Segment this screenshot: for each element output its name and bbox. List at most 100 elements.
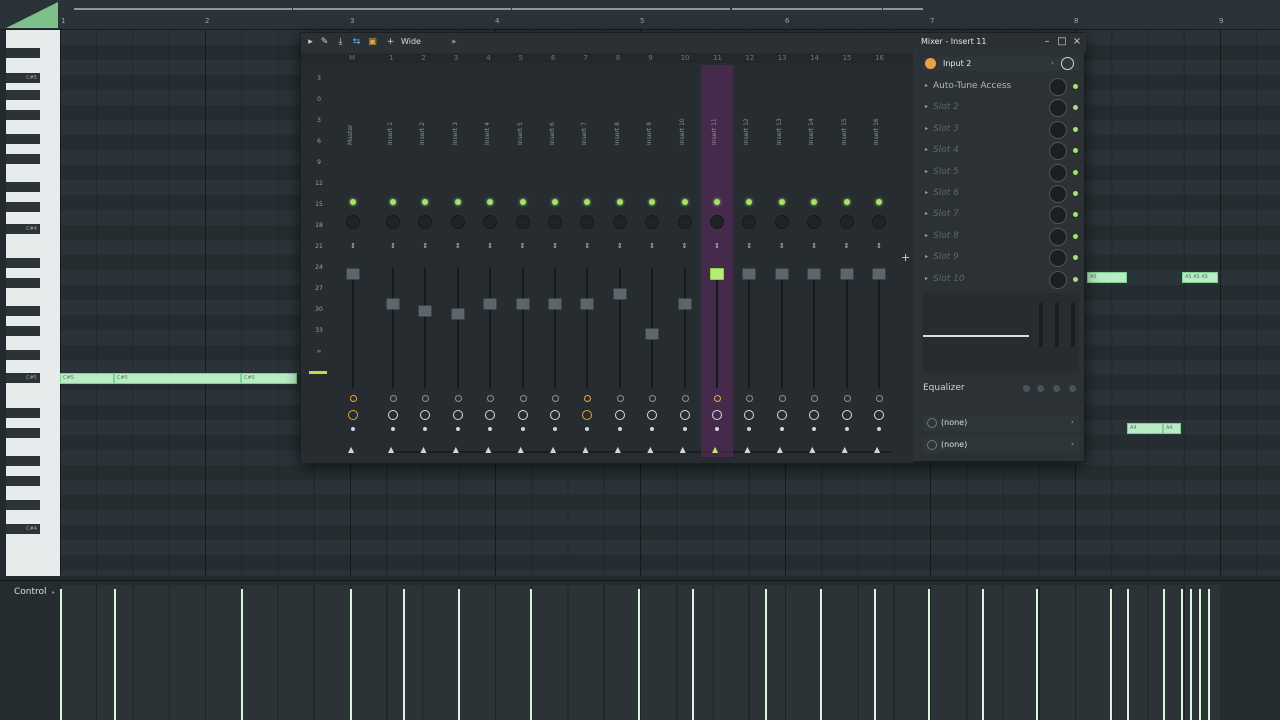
- stereo-separation-icon[interactable]: ⇕: [549, 242, 561, 258]
- velocity-bar[interactable]: [60, 589, 62, 720]
- strip-enable-led[interactable]: [843, 199, 850, 205]
- slot-name[interactable]: Slot 4: [933, 145, 959, 155]
- strip-name[interactable]: Insert 16: [873, 95, 880, 145]
- strip-name[interactable]: Insert 6: [549, 95, 556, 145]
- strip-name[interactable]: Insert 4: [484, 95, 491, 145]
- send-arrow-icon[interactable]: ▲: [744, 445, 750, 454]
- route-icon[interactable]: [584, 395, 592, 402]
- slot-mix-knob[interactable]: [1049, 99, 1067, 118]
- pan-knob[interactable]: [742, 215, 757, 229]
- strip-name[interactable]: Insert 12: [743, 95, 750, 145]
- mixer-strip[interactable]: Insert 10 ⇕ ▲: [669, 65, 701, 457]
- stereo-separation-icon[interactable]: ⇕: [419, 242, 431, 258]
- slot-enable-led[interactable]: [1073, 255, 1078, 261]
- stereo-separation-icon[interactable]: ⇕: [387, 242, 399, 258]
- send-arrow-icon[interactable]: ▲: [680, 445, 686, 454]
- send-knob[interactable]: [809, 410, 820, 420]
- volume-fader[interactable]: [418, 305, 433, 317]
- strip-enable-led[interactable]: [584, 199, 591, 205]
- route-icon[interactable]: [843, 395, 851, 402]
- arm-dot[interactable]: [391, 427, 395, 431]
- slot-name[interactable]: Slot 3: [933, 124, 959, 134]
- volume-fader[interactable]: [515, 298, 530, 310]
- route-icon[interactable]: [714, 395, 721, 402]
- effect-slot[interactable]: ▸ Slot 10: [923, 270, 1083, 290]
- effect-slot[interactable]: ▸ Slot 4: [923, 141, 1083, 161]
- stereo-separation-icon[interactable]: ⇕: [873, 242, 885, 258]
- send-arrow-icon[interactable]: ▲: [348, 445, 354, 454]
- strip-enable-led[interactable]: [778, 199, 785, 205]
- chevron-right-icon[interactable]: ▸: [449, 37, 460, 48]
- strip-name[interactable]: Insert 1: [387, 95, 394, 145]
- velocity-bar[interactable]: [241, 589, 243, 720]
- strip-name[interactable]: Insert 3: [452, 95, 459, 145]
- arm-dot[interactable]: [747, 427, 752, 431]
- send-knob[interactable]: [485, 410, 496, 420]
- arm-dot[interactable]: [617, 427, 622, 431]
- velocity-bar[interactable]: [114, 589, 116, 720]
- mixer-strips[interactable]: M 1 2 3 4 5 6 7 8 9 10 11 12 13 14 15 16 3 0 3 6 9 12 15 18 21 24…: [301, 53, 913, 463]
- latency-clock-icon[interactable]: [1061, 57, 1074, 70]
- brush-icon[interactable]: ✎: [319, 37, 330, 48]
- arm-dot[interactable]: [650, 427, 655, 431]
- minimize-icon[interactable]: –: [1041, 35, 1053, 49]
- effect-slot[interactable]: ▸ Slot 5: [923, 163, 1083, 183]
- stereo-separation-icon[interactable]: ⇕: [484, 242, 496, 258]
- volume-fader[interactable]: [872, 268, 886, 280]
- send-knob[interactable]: [517, 410, 528, 420]
- eq-graph[interactable]: [923, 293, 1079, 373]
- volume-fader[interactable]: [710, 268, 724, 280]
- send-arrow-icon[interactable]: ▲: [582, 445, 588, 454]
- strip-name[interactable]: Insert 8: [614, 95, 621, 145]
- send-arrow-icon[interactable]: ▲: [453, 445, 459, 454]
- effect-slot[interactable]: ▸ Auto-Tune Access: [923, 77, 1083, 97]
- arm-dot[interactable]: [715, 427, 719, 431]
- volume-fader[interactable]: [612, 288, 627, 300]
- strip-enable-led[interactable]: [811, 199, 818, 205]
- arm-dot[interactable]: [844, 427, 849, 431]
- slot-name[interactable]: Slot 10: [933, 274, 965, 284]
- route-icon[interactable]: [454, 395, 462, 402]
- strip-name[interactable]: Insert 7: [581, 95, 588, 145]
- arm-dot[interactable]: [779, 427, 784, 431]
- strip-enable-led[interactable]: [390, 199, 396, 205]
- pan-knob[interactable]: [839, 215, 854, 229]
- mixer-strip[interactable]: Insert 7 ⇕ ▲: [571, 65, 603, 457]
- stereo-separation-icon[interactable]: ⇕: [614, 242, 626, 258]
- stereo-separation-icon[interactable]: ⇕: [841, 242, 853, 258]
- eq-band-fader[interactable]: [1071, 303, 1075, 347]
- effect-slot[interactable]: ▸ Slot 3: [923, 120, 1083, 140]
- effect-slot[interactable]: ▸ Slot 6: [923, 184, 1083, 204]
- pan-knob[interactable]: [645, 215, 660, 229]
- send-arrow-icon[interactable]: ▲: [485, 445, 491, 454]
- control-label[interactable]: Control: [14, 587, 47, 597]
- pan-knob[interactable]: [710, 215, 724, 229]
- velocity-bar[interactable]: [982, 589, 984, 720]
- note[interactable]: A5: [1087, 272, 1127, 283]
- note[interactable]: A4: [1163, 423, 1181, 434]
- slot-mix-knob[interactable]: [1049, 120, 1067, 139]
- stereo-separation-icon[interactable]: ⇕: [776, 242, 788, 258]
- send-arrow-icon[interactable]: ▲: [647, 445, 653, 454]
- arm-dot[interactable]: [455, 427, 460, 431]
- velocity-area[interactable]: [60, 585, 1220, 720]
- insert-panel[interactable]: Input 2 › ▸ Auto-Tune Access ▸ Slot 2 ▸ Slot …: [919, 53, 1084, 461]
- layout-icon[interactable]: ▣: [367, 37, 378, 48]
- arm-dot[interactable]: [682, 427, 687, 431]
- route-icon[interactable]: [811, 395, 819, 402]
- slot-enable-led[interactable]: [1073, 276, 1078, 282]
- effect-slot[interactable]: ▸ Slot 2: [923, 98, 1083, 118]
- send-arrow-icon[interactable]: ▲: [874, 445, 880, 454]
- slot-mix-knob[interactable]: [1049, 185, 1067, 203]
- velocity-bar[interactable]: [692, 589, 694, 720]
- arm-dot[interactable]: [877, 427, 881, 431]
- velocity-bar[interactable]: [1110, 589, 1112, 720]
- arm-dot[interactable]: [423, 427, 428, 431]
- mixer-strip[interactable]: Insert 14 ⇕ ▲: [798, 65, 830, 457]
- send-knob[interactable]: [582, 410, 593, 420]
- mixer-strip[interactable]: Insert 8 ⇕ ▲: [604, 65, 636, 457]
- volume-fader[interactable]: [346, 268, 360, 280]
- velocity-bar[interactable]: [928, 589, 930, 720]
- mixer-titlebar[interactable]: ▸ ✎ ⤓ ⇆ ▣ + Wide ▸ Mixer - Insert 11 – □…: [301, 33, 1086, 53]
- pan-knob[interactable]: [386, 215, 400, 229]
